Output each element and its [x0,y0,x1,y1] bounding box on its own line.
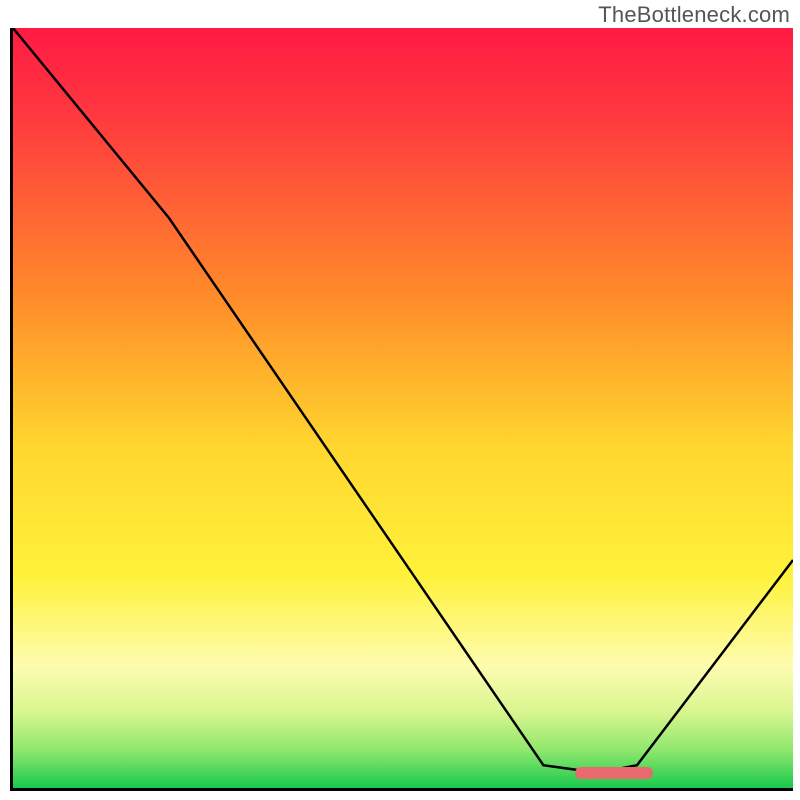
watermark-text: TheBottleneck.com [598,2,790,28]
chart-frame [10,28,793,791]
optimal-range-marker [575,767,653,779]
chart-curve-svg [13,28,793,788]
